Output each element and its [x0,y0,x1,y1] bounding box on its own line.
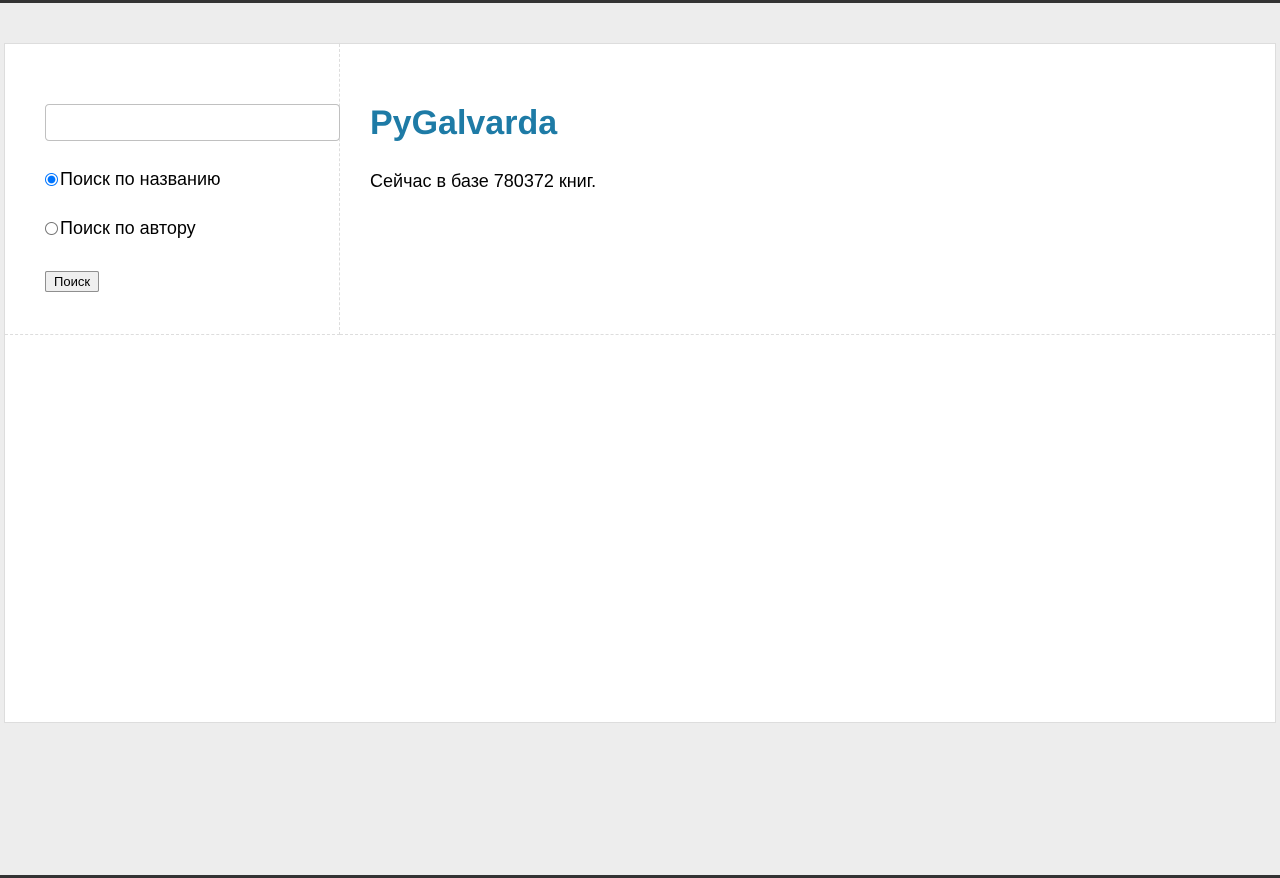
radio-search-by-author[interactable]: Поиск по автору [45,218,339,239]
search-input[interactable] [45,104,340,141]
radio-search-by-author-label: Поиск по автору [60,218,196,239]
page-container: Поиск по названию Поиск по автору Поиск … [4,43,1276,723]
page-title: PyGalvarda [370,104,1235,143]
radio-search-by-title[interactable]: Поиск по названию [45,169,339,190]
main-content: PyGalvarda Сейчас в базе 780372 книг. [340,44,1275,335]
search-sidebar: Поиск по названию Поиск по автору Поиск [5,44,340,335]
radio-search-by-title-label: Поиск по названию [60,169,221,190]
search-mode-radio-group: Поиск по названию Поиск по автору [45,169,339,239]
radio-search-by-title-input[interactable] [45,173,58,186]
radio-search-by-author-input[interactable] [45,222,58,235]
search-button[interactable]: Поиск [45,271,99,292]
content-wrapper: Поиск по названию Поиск по автору Поиск … [5,44,1275,335]
database-status-text: Сейчас в базе 780372 книг. [370,171,1235,192]
